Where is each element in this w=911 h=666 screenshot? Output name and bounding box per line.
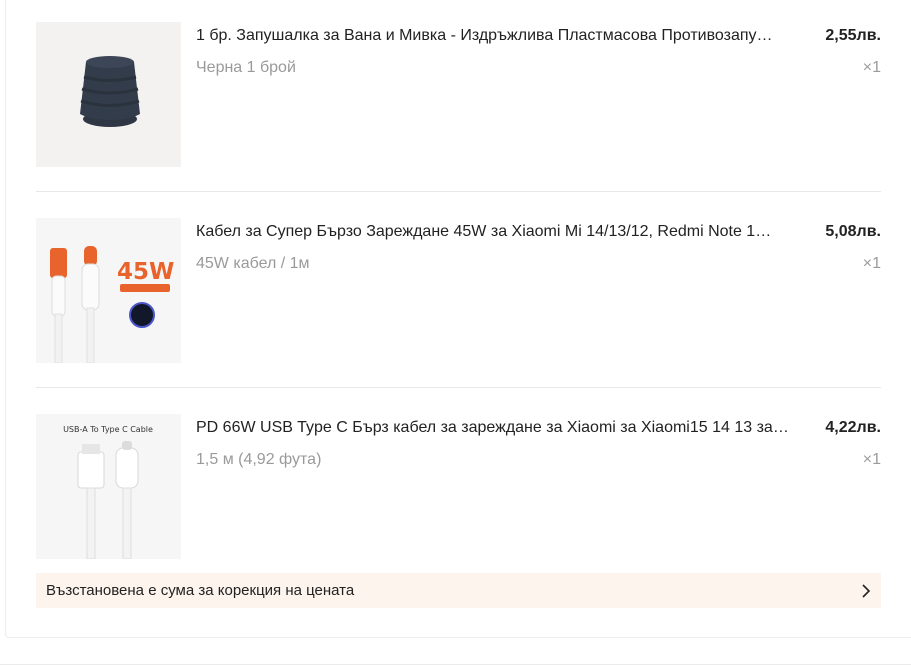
order-item[interactable]: 45W Кабел за Супер Бързо Зареждане 45W з…: [36, 218, 881, 363]
product-quantity: ×1: [862, 255, 881, 272]
product-price: 5,08лв.: [825, 223, 881, 240]
product-title[interactable]: 1 бр. Запушалка за Вана и Мивка - Издръж…: [196, 26, 816, 46]
product-title[interactable]: Кабел за Супер Бързо Зареждане 45W за Xi…: [196, 222, 816, 242]
usb-type-c-cable-image: USB-A To Type C Cable: [36, 414, 181, 559]
usb-cable-45w-image: 45W: [36, 218, 181, 363]
notice-text: Възстановена е сума за корекция на ценат…: [46, 582, 355, 599]
product-title[interactable]: PD 66W USB Type C Бърз кабел за зареждан…: [196, 418, 816, 438]
product-variant: 1,5 м (4,92 фута): [196, 451, 322, 468]
price-adjustment-notice[interactable]: Възстановена е сума за корекция на ценат…: [36, 573, 881, 608]
product-image[interactable]: 45W: [36, 218, 181, 363]
cable-label-text: USB-A To Type C Cable: [63, 425, 153, 434]
section-divider: [0, 664, 911, 665]
product-quantity: ×1: [862, 451, 881, 468]
product-price: 4,22лв.: [825, 419, 881, 436]
divider: [36, 387, 881, 388]
product-price: 2,55лв.: [825, 27, 881, 44]
chevron-right-icon[interactable]: [851, 583, 881, 598]
product-image[interactable]: [36, 22, 181, 167]
drain-stopper-image: [36, 22, 181, 167]
product-variant: 45W кабел / 1м: [196, 255, 310, 272]
cable-label-text: 45W: [117, 259, 174, 285]
divider: [36, 191, 881, 192]
product-image[interactable]: USB-A To Type C Cable: [36, 414, 181, 559]
order-item[interactable]: USB-A To Type C Cable PD 66W USB Type C …: [36, 414, 881, 559]
product-variant: Черна 1 брой: [196, 59, 296, 76]
product-quantity: ×1: [862, 59, 881, 76]
order-item[interactable]: 1 бр. Запушалка за Вана и Мивка - Издръж…: [36, 22, 881, 167]
